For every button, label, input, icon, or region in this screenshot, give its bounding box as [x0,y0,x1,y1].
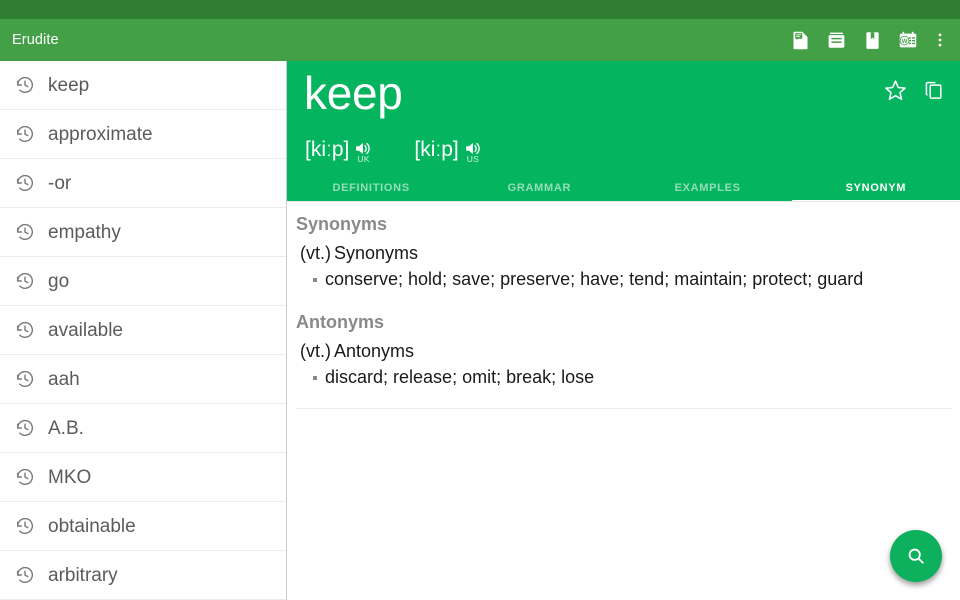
pronunciation-us[interactable]: [kiːp] US [414,139,481,160]
tab-grammar[interactable]: GRAMMAR [455,176,623,201]
pronunciation-uk-ipa: [kiːp] [305,139,349,160]
word-header-actions [876,71,952,109]
antonyms-section: Antonyms (vt.)Antonyms discard; release;… [288,300,960,398]
speaker-icon[interactable]: UK [353,139,372,158]
app-root: Erudite [0,0,960,600]
history-item[interactable]: available [0,306,286,355]
part-of-speech-heading: Synonyms [334,243,418,263]
word-of-the-day-icon[interactable]: W [890,19,926,61]
section-title: Synonyms [288,202,960,241]
antonyms-list: discard; release; omit; break; lose [296,364,950,392]
speaker-icon[interactable]: US [463,139,482,158]
pronunciation-uk-region: UK [357,155,369,164]
history-item-label: aah [48,370,80,389]
search-fab[interactable] [890,530,942,582]
history-item[interactable]: aah [0,355,286,404]
history-icon [14,466,36,488]
star-outline-icon[interactable] [876,71,914,109]
tab-examples[interactable]: EXAMPLES [624,176,792,201]
history-icon [14,515,36,537]
synonyms-section: Synonyms (vt.)Synonyms conserve; hold; s… [288,202,960,300]
synonyms-pos-block: (vt.)Synonyms conserve; hold; save; pres… [288,241,960,300]
history-list: keep approximate [0,61,286,600]
history-item-label: go [48,272,69,291]
history-icon [14,270,36,292]
history-icon [14,319,36,341]
app-title: Erudite [12,32,59,48]
history-icon [14,123,36,145]
history-item[interactable]: A.B. [0,404,286,453]
history-icon [14,564,36,586]
history-item-label: arbitrary [48,566,118,585]
antonyms-pos-block: (vt.)Antonyms discard; release; omit; br… [288,339,960,398]
history-sidebar[interactable]: keep approximate [0,61,287,600]
history-item[interactable]: approximate [0,110,286,159]
history-icon [14,368,36,390]
pronunciation-group: [kiːp] UK [kiːp] [305,139,524,160]
synonyms-list: conserve; hold; save; preserve; have; te… [296,266,950,294]
status-bar [0,0,960,19]
history-item-label: keep [48,76,89,95]
pronunciation-us-region: US [467,155,479,164]
history-item[interactable]: MKO [0,453,286,502]
part-of-speech-line: (vt.)Antonyms [296,339,950,363]
part-of-speech-heading: Antonyms [334,341,414,361]
history-item-label: empathy [48,223,121,242]
part-of-speech-tag: (vt.) [300,243,331,263]
history-item-label: A.B. [48,419,84,438]
pronunciation-uk[interactable]: [kiːp] UK [305,139,372,160]
history-item[interactable]: empathy [0,208,286,257]
word-title: keep [304,68,403,119]
history-item-label: available [48,321,123,340]
history-icon [14,417,36,439]
history-icon [14,74,36,96]
tab-bar: DEFINITIONS GRAMMAR EXAMPLES SYNONYM [287,176,960,201]
history-item-label: MKO [48,468,91,487]
app-bar-actions: W [782,19,960,61]
note-page-icon[interactable] [782,19,818,61]
history-item[interactable]: go [0,257,286,306]
history-item-label: approximate [48,125,153,144]
tab-definitions[interactable]: DEFINITIONS [287,176,455,201]
part-of-speech-line: (vt.)Synonyms [296,241,950,265]
history-item[interactable]: -or [0,159,286,208]
history-item[interactable]: keep [0,61,286,110]
part-of-speech-tag: (vt.) [300,341,331,361]
history-item-label: obtainable [48,517,136,536]
bookmark-book-icon[interactable] [854,19,890,61]
history-icon [14,172,36,194]
card-list-icon[interactable] [818,19,854,61]
overflow-menu-icon[interactable] [926,19,954,61]
search-icon [905,545,927,567]
history-icon [14,221,36,243]
svg-text:W: W [902,39,908,45]
app-bar: Erudite [0,19,960,61]
copy-icon[interactable] [914,71,952,109]
section-divider [296,408,952,409]
history-item-label: -or [48,174,71,193]
history-item[interactable]: arbitrary [0,551,286,600]
pronunciation-us-ipa: [kiːp] [414,139,458,160]
section-title: Antonyms [288,300,960,339]
tab-synonym[interactable]: SYNONYM [792,176,960,201]
content-panel[interactable]: Synonyms (vt.)Synonyms conserve; hold; s… [288,201,960,600]
history-item[interactable]: obtainable [0,502,286,551]
